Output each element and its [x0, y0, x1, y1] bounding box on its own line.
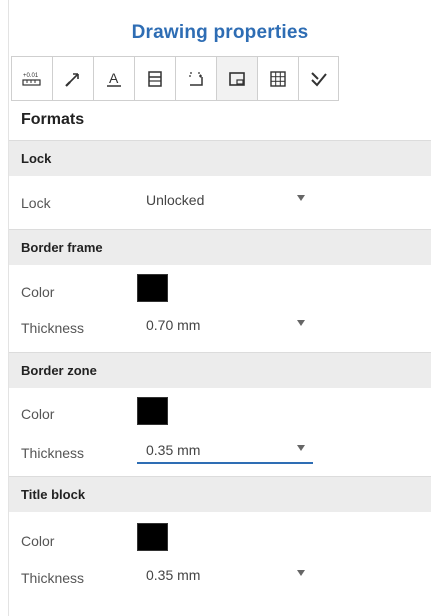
formats-heading: Formats — [21, 111, 85, 128]
border-zone-thickness-value: 0.35 mm — [146, 442, 201, 458]
table-tab[interactable] — [134, 56, 175, 101]
text-tab[interactable]: A — [93, 56, 134, 101]
title-block-section-header: Title block — [9, 476, 431, 512]
border-frame-thickness-dropdown[interactable]: 0.70 mm — [137, 313, 313, 339]
title-block-thickness-value: 0.35 mm — [146, 567, 201, 583]
title-block-thickness-label: Thickness — [21, 570, 85, 586]
tolerance-tab[interactable]: +0.01 — [11, 56, 52, 101]
svg-text:+0.01: +0.01 — [23, 73, 39, 79]
border-frame-section-header: Border frame — [9, 229, 431, 265]
title-block-color-swatch[interactable] — [137, 523, 168, 551]
border-frame-color-swatch[interactable] — [137, 274, 168, 302]
drawing-format-icon — [229, 71, 245, 86]
title-block-section-title: Title block — [21, 487, 86, 502]
drawing-properties-panel: Drawing properties +0.01 A Formats Lock … — [8, 0, 431, 616]
panel-title: Drawing properties — [131, 22, 309, 43]
border-zone-thickness-dropdown[interactable]: 0.35 mm — [137, 438, 313, 464]
border-zone-color-swatch[interactable] — [137, 397, 168, 425]
grid-icon — [270, 70, 286, 87]
chevron-down-icon — [297, 570, 305, 576]
border-frame-section-title: Border frame — [21, 240, 103, 255]
border-zone-section-title: Border zone — [21, 363, 97, 378]
title-block-thickness-dropdown[interactable]: 0.35 mm — [137, 563, 313, 589]
dimension-icon — [189, 71, 203, 86]
lock-dropdown[interactable]: Unlocked — [137, 188, 313, 214]
border-frame-thickness-label: Thickness — [21, 320, 85, 336]
dimension-tab[interactable] — [175, 56, 216, 101]
properties-toolbar: +0.01 A — [11, 56, 339, 101]
title-block-color-label: Color — [21, 533, 55, 549]
svg-text:A: A — [109, 70, 119, 86]
table-format-icon — [148, 70, 162, 87]
border-zone-color-label: Color — [21, 406, 55, 422]
border-frame-color-label: Color — [21, 284, 55, 300]
border-frame-thickness-value: 0.70 mm — [146, 317, 201, 333]
chevron-down-icon — [297, 445, 305, 451]
check-tab[interactable] — [298, 56, 339, 101]
grid-tab[interactable] — [257, 56, 298, 101]
lock-label: Lock — [21, 195, 51, 211]
lock-section-title: Lock — [21, 151, 52, 166]
drawing-format-tab[interactable] — [216, 56, 257, 101]
chevron-down-icon — [297, 320, 305, 326]
border-zone-section-header: Border zone — [9, 352, 431, 388]
check-icon — [310, 71, 327, 86]
arrow-icon — [65, 72, 79, 87]
lock-section-header: Lock — [9, 140, 431, 176]
chevron-down-icon — [297, 195, 305, 201]
text-icon: A — [107, 70, 121, 87]
tolerance-icon: +0.01 — [22, 73, 41, 86]
lock-value: Unlocked — [146, 192, 205, 208]
border-zone-thickness-label: Thickness — [21, 445, 85, 461]
leader-tab[interactable] — [52, 56, 93, 101]
